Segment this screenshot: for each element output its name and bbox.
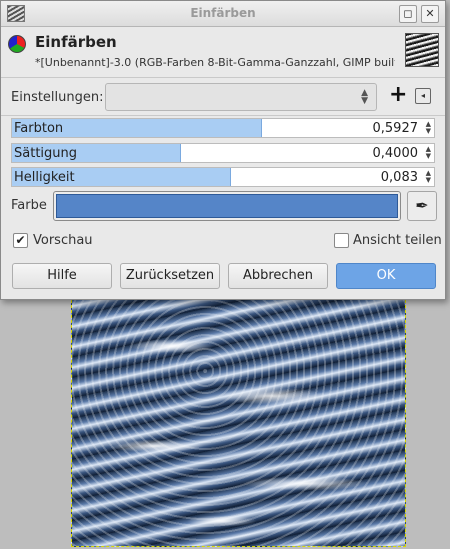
presets-label: Einstellungen: — [11, 90, 104, 105]
colorize-dialog: Einfärben ◻ ✕ Einfärben *[Unbenannt]-3.0… — [0, 0, 446, 300]
presets-combo[interactable]: ▲ ▼ — [105, 83, 377, 111]
lightness-value[interactable]: 0,083 — [381, 170, 418, 185]
help-button[interactable]: Hilfe — [12, 263, 112, 289]
lightness-slider[interactable]: Helligkeit 0,083 ▲ ▼ — [11, 167, 435, 187]
presets-menu-button[interactable]: ◂ — [415, 88, 431, 104]
color-swatch — [56, 194, 398, 218]
cancel-button[interactable]: Abbrechen — [228, 263, 328, 289]
saturation-value[interactable]: 0,4000 — [373, 146, 419, 161]
presets-divider — [1, 115, 445, 116]
hue-value[interactable]: 0,5927 — [373, 121, 419, 136]
split-view-checkbox[interactable] — [334, 233, 349, 248]
reset-button[interactable]: Zurücksetzen — [120, 263, 220, 289]
saturation-label: Sättigung — [14, 146, 78, 161]
split-view-label: Ansicht teilen — [353, 233, 442, 248]
hue-label: Farbton — [14, 121, 64, 136]
colorize-filter-icon — [8, 35, 26, 53]
lightness-stepper-icon[interactable]: ▲ ▼ — [426, 170, 431, 184]
header-divider — [1, 77, 445, 78]
ok-button[interactable]: OK — [336, 263, 436, 289]
maximize-button[interactable]: ◻ — [399, 5, 417, 23]
eyedropper-icon: ✒ — [415, 196, 429, 215]
window-title: Einfärben — [190, 6, 256, 20]
preview-checkbox[interactable]: ✔ — [13, 233, 28, 248]
color-picker-button[interactable]: ✒ — [407, 191, 437, 221]
title-bar[interactable]: Einfärben ◻ ✕ — [1, 1, 445, 27]
image-canvas[interactable] — [71, 295, 406, 547]
dialog-header: Einfärben *[Unbenannt]-3.0 (RGB-Farben 8… — [1, 27, 445, 75]
lightness-label: Helligkeit — [14, 170, 75, 185]
color-label: Farbe — [11, 198, 47, 213]
close-button[interactable]: ✕ — [421, 5, 439, 23]
saturation-slider[interactable]: Sättigung 0,4000 ▲ ▼ — [11, 143, 435, 163]
saturation-stepper-icon[interactable]: ▲ ▼ — [426, 146, 431, 160]
preview-label: Vorschau — [33, 233, 93, 248]
hue-stepper-icon[interactable]: ▲ ▼ — [426, 121, 431, 135]
image-thumbnail — [405, 33, 439, 67]
combo-arrows-icon: ▲ ▼ — [361, 88, 368, 106]
image-subtitle: *[Unbenannt]-3.0 (RGB-Farben 8-Bit-Gamma… — [35, 56, 395, 69]
add-preset-button[interactable]: + — [389, 84, 407, 107]
filter-title: Einfärben — [35, 33, 117, 51]
hue-slider[interactable]: Farbton 0,5927 ▲ ▼ — [11, 118, 435, 138]
color-button[interactable] — [53, 191, 401, 221]
